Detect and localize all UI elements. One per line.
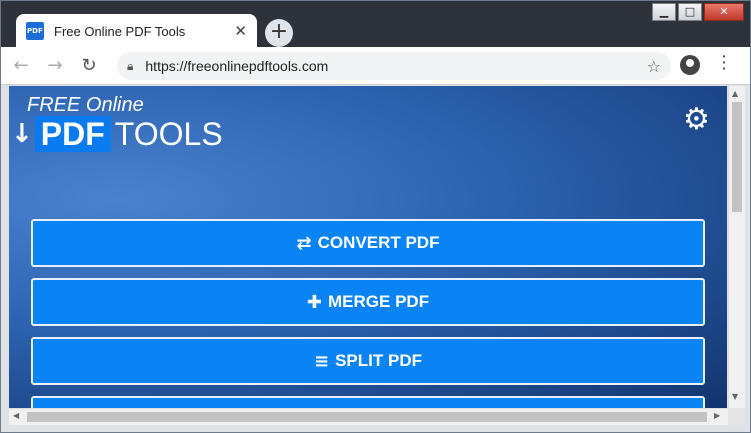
fourth-tool-button[interactable]	[31, 396, 705, 408]
logo-tools-text: TOOLS	[114, 116, 223, 152]
window-controls: ▁ □ ✕	[652, 3, 744, 21]
window-frame-right	[745, 86, 750, 432]
back-arrow-icon[interactable]: ←	[7, 52, 35, 80]
swap-arrows-icon: ⇄	[296, 232, 312, 254]
browser-toolbar: ← → ↻ 🔒︎ https://freeonlinepdftools.com …	[1, 47, 750, 85]
convert-pdf-button[interactable]: ⇄ CONVERT PDF	[31, 219, 705, 267]
kebab-menu-icon[interactable]: ⋮	[715, 52, 733, 73]
browser-window: ▁ □ ✕ Free Online PDF Tools ✕ + ← → ↻ 🔒︎…	[0, 0, 751, 433]
profile-icon[interactable]	[680, 55, 700, 75]
pdf-favicon-icon	[26, 22, 44, 40]
star-icon[interactable]: ☆	[647, 57, 661, 76]
download-arrow-icon: ↓	[11, 119, 33, 149]
tab-title: Free Online PDF Tools	[54, 23, 186, 39]
address-bar[interactable]: 🔒︎ https://freeonlinepdftools.com ☆	[117, 52, 671, 80]
logo-pdf-text: PDF	[34, 116, 111, 152]
vertical-scroll-thumb[interactable]	[732, 102, 742, 212]
new-tab-button[interactable]: +	[265, 19, 293, 47]
split-pdf-button[interactable]: ≡ SPLIT PDF	[31, 337, 705, 385]
scroll-right-icon[interactable]: ▶	[714, 411, 720, 420]
lock-icon: 🔒︎	[127, 58, 134, 73]
gear-icon[interactable]: ⚙	[683, 102, 710, 137]
forward-arrow-icon[interactable]: →	[41, 52, 69, 80]
window-frame-left	[1, 86, 9, 432]
url-text[interactable]: https://freeonlinepdftools.com	[145, 58, 646, 74]
merge-pdf-button[interactable]: ✚ MERGE PDF	[31, 278, 705, 326]
vertical-scrollbar[interactable]: ▲ ▼	[728, 86, 745, 408]
page-viewport: FREE Online ↓ PDF TOOLS ⚙ ⇄ CONVERT PDF …	[9, 86, 727, 408]
horizontal-scrollbar[interactable]: ◀ ▶	[9, 408, 728, 425]
close-window-button[interactable]: ✕	[704, 3, 744, 21]
scrollbar-corner	[728, 408, 745, 425]
window-frame-bottom	[1, 425, 750, 432]
site-logo[interactable]: ↓ PDF TOOLS	[11, 116, 223, 152]
scroll-down-icon[interactable]: ▼	[732, 392, 738, 401]
scroll-up-icon[interactable]: ▲	[732, 89, 738, 98]
scroll-left-icon[interactable]: ◀	[13, 411, 19, 420]
hamburger-icon: ≡	[314, 350, 330, 372]
maximize-button[interactable]: □	[678, 3, 702, 21]
split-pdf-label: SPLIT PDF	[335, 351, 422, 370]
tab-close-icon[interactable]: ✕	[234, 22, 247, 40]
reload-icon[interactable]: ↻	[75, 52, 103, 80]
plus-icon: ✚	[306, 291, 323, 313]
horizontal-scroll-thumb[interactable]	[27, 412, 707, 422]
logo-free-text: FREE Online	[27, 94, 144, 116]
merge-pdf-label: MERGE PDF	[328, 292, 430, 311]
convert-pdf-label: CONVERT PDF	[317, 233, 440, 252]
browser-tab[interactable]: Free Online PDF Tools ✕	[16, 14, 257, 48]
minimize-button[interactable]: ▁	[652, 3, 676, 21]
